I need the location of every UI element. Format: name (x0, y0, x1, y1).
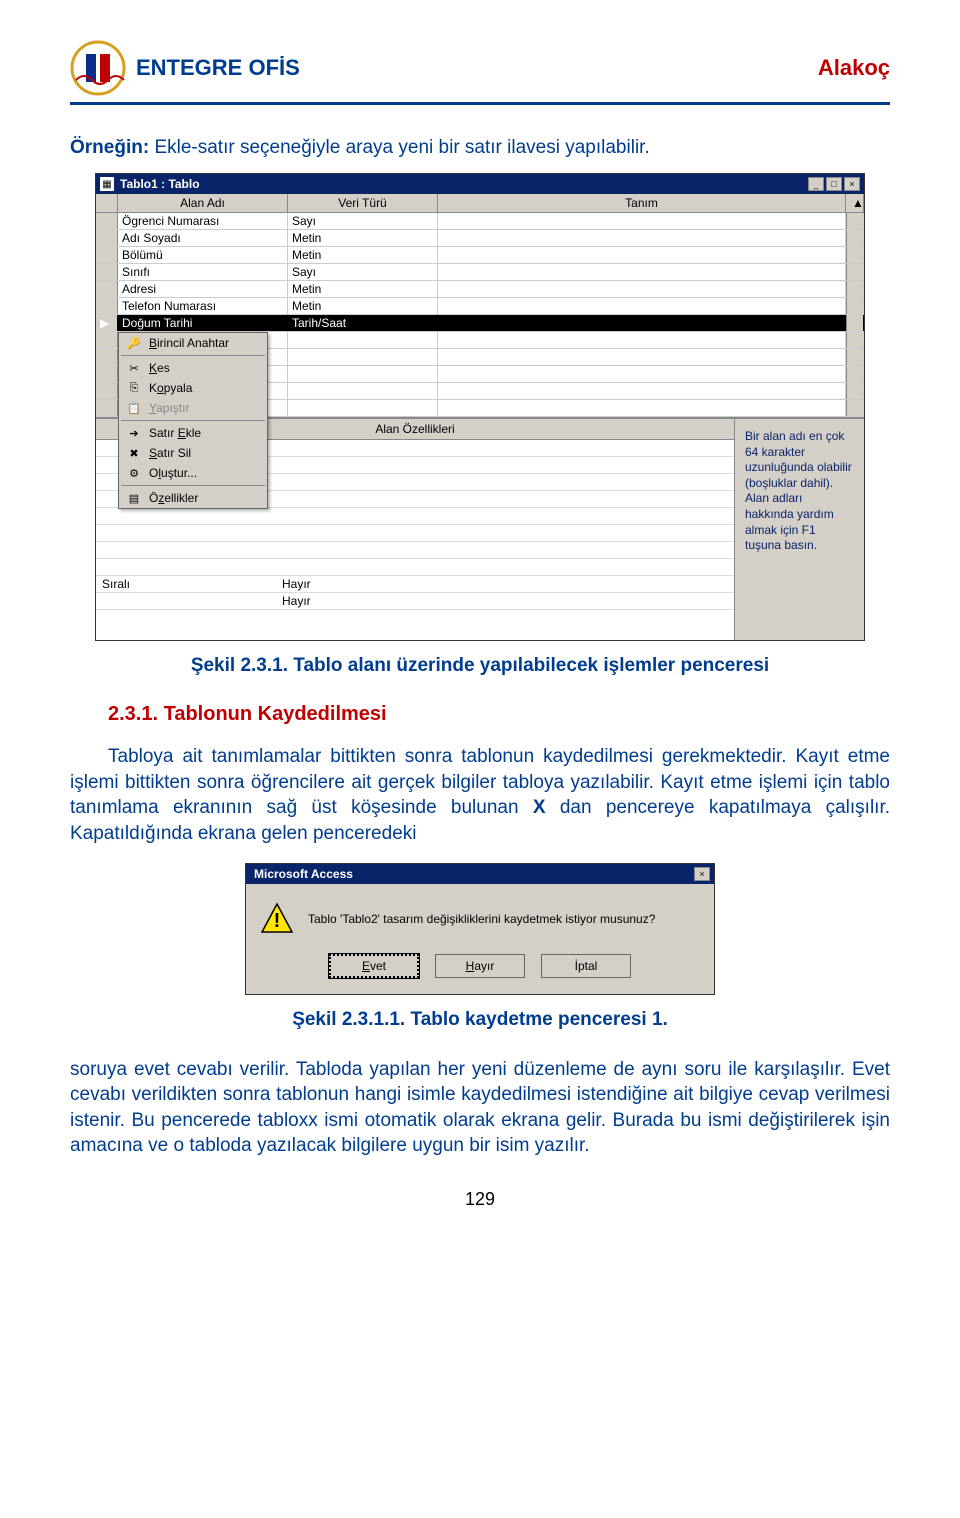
window-icon: ▦ (100, 177, 114, 191)
cell-description[interactable] (438, 298, 846, 314)
copy-icon: ⎘ (125, 381, 143, 395)
cell-data-type[interactable]: Tarih/Saat (288, 315, 438, 331)
table-row[interactable]: SınıfıSayı (96, 264, 864, 281)
yes-button[interactable]: Evet (329, 954, 419, 978)
row-selector[interactable] (96, 247, 118, 263)
intro-bold: Örneğin: (70, 137, 149, 158)
grid-body: Ögrenci NumarasıSayıAdı SoyadıMetinBölüm… (96, 213, 864, 417)
screenshot-table-designer: ▦ Tablo1 : Tablo _ □ × Alan Adı Veri Tür… (95, 173, 865, 641)
menu-item-sat-r-ekle[interactable]: ➔Satır Ekle (119, 423, 267, 443)
table-row[interactable]: ▶Doğum TarihiTarih/Saat (96, 315, 864, 332)
intro-text: Ekle-satır seçeneğiyle araya yeni bir sa… (149, 137, 650, 158)
maximize-button[interactable]: □ (826, 177, 842, 191)
build-icon: ⚙ (125, 466, 143, 480)
property-value[interactable]: Hayır (276, 593, 734, 609)
cell-data-type[interactable]: Metin (288, 247, 438, 263)
author-name: Alakoç (818, 55, 890, 81)
menu-item--zellikler[interactable]: ▤Özellikler (119, 488, 267, 508)
menu-item-kes[interactable]: ✂Kes (119, 358, 267, 378)
dialog-titlebar[interactable]: Microsoft Access × (246, 864, 714, 884)
intro-paragraph: Örneğin: Ekle-satır seçeneğiyle araya ye… (70, 137, 890, 159)
cell-description[interactable] (438, 315, 846, 331)
table-row[interactable]: BölümüMetin (96, 247, 864, 264)
cell-description[interactable] (438, 247, 846, 263)
page-header: ENTEGRE OFİS Alakoç (70, 40, 890, 100)
col-description[interactable]: Tanım (438, 194, 846, 212)
cell-data-type[interactable]: Metin (288, 298, 438, 314)
insert-row-icon: ➔ (125, 426, 143, 440)
row-selector[interactable] (96, 213, 118, 229)
svg-text:!: ! (274, 910, 281, 932)
warning-icon: ! (260, 902, 294, 936)
property-label (96, 593, 276, 609)
row-selector[interactable]: ▶ (96, 315, 118, 331)
cell-field-name[interactable]: Bölümü (118, 247, 288, 263)
cell-field-name[interactable]: Adı Soyadı (118, 230, 288, 246)
paste-icon: 📋 (125, 401, 143, 415)
grid-header: Alan Adı Veri Türü Tanım ▲ (96, 194, 864, 213)
property-row[interactable]: SıralıHayır (96, 576, 734, 593)
menu-item-olu-tur-[interactable]: ⚙Oluştur... (119, 463, 267, 483)
minimize-button[interactable]: _ (808, 177, 824, 191)
cell-description[interactable] (438, 281, 846, 297)
cancel-button[interactable]: İptal (541, 954, 631, 978)
cell-data-type[interactable]: Metin (288, 281, 438, 297)
table-row[interactable]: Adı SoyadıMetin (96, 230, 864, 247)
dialog-close-button[interactable]: × (694, 867, 710, 881)
row-selector[interactable] (96, 298, 118, 314)
dialog-title: Microsoft Access (250, 867, 694, 881)
figure-caption-1: Şekil 2.3.1. Tablo alanı üzerinde yapıla… (70, 655, 890, 677)
scroll-up-button[interactable]: ▲ (846, 194, 864, 212)
figure-caption-2: Şekil 2.3.1.1. Tablo kaydetme penceresi … (70, 1009, 890, 1031)
university-logo (70, 40, 126, 96)
row-selector[interactable] (96, 230, 118, 246)
delete-row-icon: ✖ (125, 446, 143, 460)
no-button[interactable]: Hayır (435, 954, 525, 978)
col-field-name[interactable]: Alan Adı (118, 194, 288, 212)
cell-description[interactable] (438, 230, 846, 246)
paragraph-1: Tabloya ait tanımlamalar bittikten sonra… (70, 744, 890, 847)
cut-icon: ✂ (125, 361, 143, 375)
menu-item-yap-t-r: 📋Yapıştır (119, 398, 267, 418)
cell-description[interactable] (438, 213, 846, 229)
window-title: Tablo1 : Tablo (120, 177, 808, 191)
cell-description[interactable] (438, 264, 846, 280)
context-menu: 🔑Birincil Anahtar ✂Kes⎘Kopyala📋Yapıştır ➔S… (118, 332, 268, 509)
header-rule (70, 102, 890, 105)
cell-field-name[interactable]: Doğum Tarihi (118, 315, 288, 331)
properties-icon: ▤ (125, 491, 143, 505)
key-icon: 🔑 (125, 336, 143, 350)
menu-item-sat-r-sil[interactable]: ✖Satır Sil (119, 443, 267, 463)
dialog-message: Tablo 'Tablo2' tasarım değişikliklerini … (308, 912, 655, 926)
table-row[interactable]: Telefon NumarasıMetin (96, 298, 864, 315)
property-label: Sıralı (96, 576, 276, 592)
row-selector[interactable] (96, 264, 118, 280)
window-titlebar[interactable]: ▦ Tablo1 : Tablo _ □ × (96, 174, 864, 194)
menu-item-birincil-anahtar[interactable]: 🔑Birincil Anahtar (119, 333, 267, 353)
col-data-type[interactable]: Veri Türü (288, 194, 438, 212)
table-row[interactable]: Ögrenci NumarasıSayı (96, 213, 864, 230)
section-title: 2.3.1. Tablonun Kaydedilmesi (70, 703, 890, 726)
cell-field-name[interactable]: Ögrenci Numarası (118, 213, 288, 229)
page-number: 129 (70, 1189, 890, 1210)
cell-data-type[interactable]: Metin (288, 230, 438, 246)
cell-field-name[interactable]: Telefon Numarası (118, 298, 288, 314)
cell-data-type[interactable]: Sayı (288, 213, 438, 229)
table-row[interactable]: AdresiMetin (96, 281, 864, 298)
row-selector[interactable] (96, 281, 118, 297)
screenshot-save-dialog: Microsoft Access × ! Tablo 'Tablo2' tasa… (245, 863, 715, 995)
paragraph-2: soruya evet cevabı verilir. Tabloda yapı… (70, 1057, 890, 1160)
field-hint-text: Bir alan adı en çok 64 karakter uzunluğu… (745, 429, 854, 554)
property-row[interactable]: Hayır (96, 593, 734, 610)
brand-title: ENTEGRE OFİS (136, 55, 300, 81)
close-button[interactable]: × (844, 177, 860, 191)
cell-field-name[interactable]: Adresi (118, 281, 288, 297)
property-value[interactable]: Hayır (276, 576, 734, 592)
menu-item-kopyala[interactable]: ⎘Kopyala (119, 378, 267, 398)
cell-field-name[interactable]: Sınıfı (118, 264, 288, 280)
cell-data-type[interactable]: Sayı (288, 264, 438, 280)
